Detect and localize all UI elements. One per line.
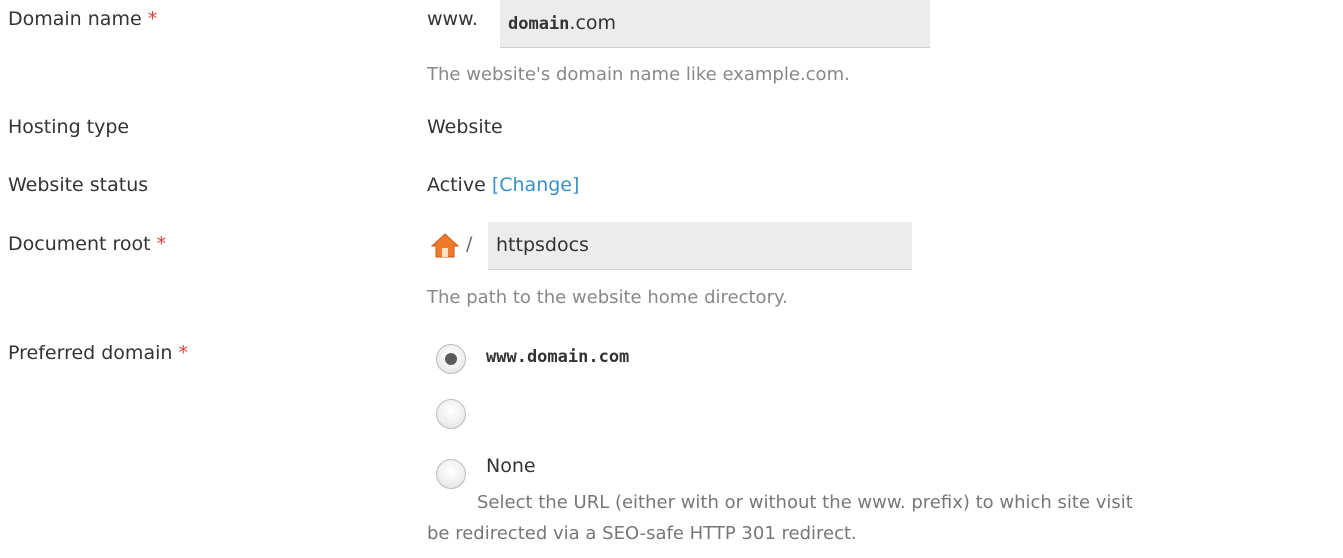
www-prefix: www. [427, 8, 478, 30]
domain-name-label: Domain name * [8, 8, 157, 30]
required-mark: * [156, 233, 167, 255]
website-status-label: Website status [8, 174, 149, 196]
radio-www-domain[interactable] [436, 344, 466, 374]
document-root-label-text: Document root [8, 233, 151, 255]
preferred-domain-hint-line2: be redirected via a SEO-safe HTTP 301 re… [427, 523, 857, 544]
domain-suffix: .com [569, 12, 617, 34]
preferred-domain-hint-line1: Select the URL (either with or without t… [477, 492, 1133, 513]
domain-name-hint: The website's domain name like example.c… [427, 64, 850, 85]
website-status-field: Active [Change] [427, 174, 579, 196]
change-status-link[interactable]: [Change] [492, 174, 580, 196]
domain-name-input[interactable]: domain.com [500, 0, 930, 48]
hosting-type-value: Website [427, 116, 503, 138]
document-root-label: Document root * [8, 233, 166, 255]
domain-name-label-text: Domain name [8, 8, 142, 30]
radio-none-label: None [486, 455, 536, 477]
home-icon [430, 230, 460, 260]
radio-bare-domain[interactable] [436, 399, 466, 429]
required-mark: * [147, 8, 158, 30]
domain-name-value: domain [508, 14, 570, 34]
radio-www-domain-label: www.domain.com [486, 347, 630, 367]
radio-none[interactable] [436, 459, 466, 489]
required-mark: * [178, 342, 188, 364]
preferred-domain-label: Preferred domain * [8, 342, 188, 364]
home-icon-graphic [430, 233, 460, 258]
radio-selected-dot [445, 353, 457, 365]
path-separator: / [466, 233, 473, 255]
website-status-value: Active [427, 174, 486, 196]
hosting-type-label: Hosting type [8, 116, 130, 138]
document-root-value: httpsdocs [496, 234, 589, 256]
document-root-hint: The path to the website home directory. [427, 287, 788, 308]
preferred-domain-label-text: Preferred domain [8, 342, 173, 364]
document-root-input[interactable]: httpsdocs [488, 222, 912, 270]
